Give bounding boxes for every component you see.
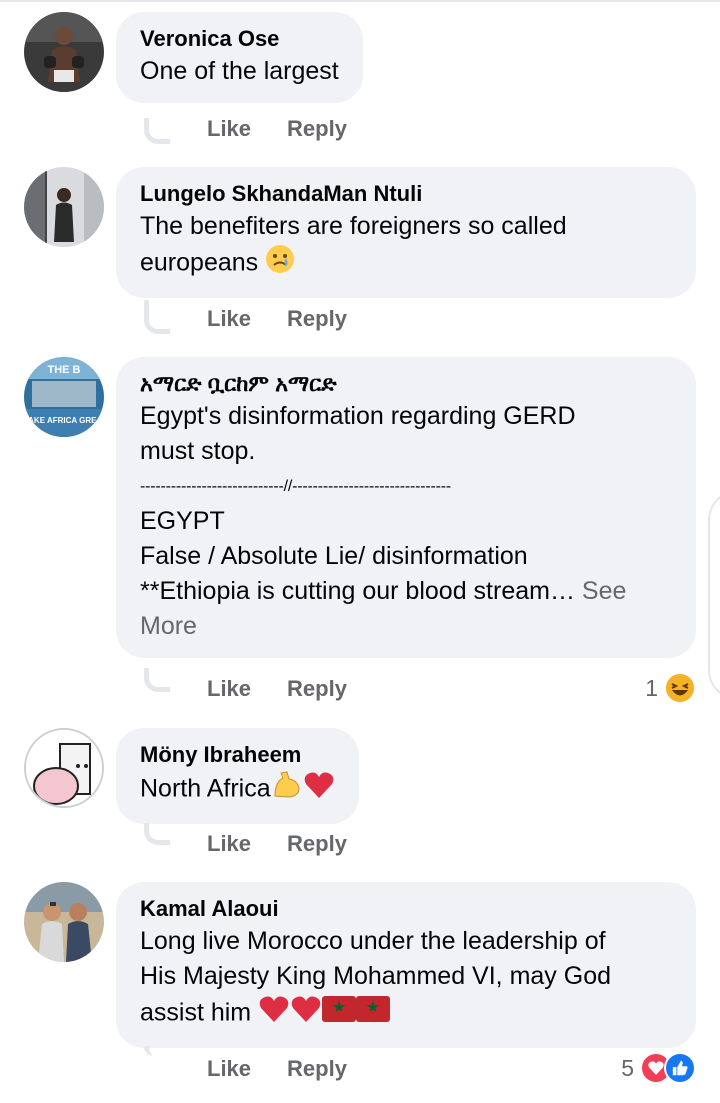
comment-text-fragment: europeans (140, 248, 259, 277)
comment-actions: Like Reply (207, 831, 347, 857)
sad-face-icon (265, 244, 295, 284)
see-more-link[interactable]: See (582, 577, 626, 605)
red-heart-icon (303, 770, 335, 810)
comment-text-fragment: North Africa (140, 774, 271, 803)
reply-button[interactable]: Reply (287, 831, 347, 857)
reaction-count: 5 (621, 1054, 634, 1081)
thread-connector (144, 300, 170, 334)
thread-connector (144, 118, 170, 144)
thread-connector (144, 823, 170, 845)
flexed-biceps-icon (271, 770, 303, 810)
comment-text-line: EGYPT (140, 507, 225, 535)
red-heart-icon (258, 994, 290, 1034)
comment-actions: Like Reply (207, 306, 347, 332)
avatar-mony-ibraheem[interactable] (24, 728, 104, 808)
avatar-lungelo-ntuli[interactable] (24, 167, 104, 247)
avatar-amharic-user[interactable]: THE B MAKE AFRICA GREAT (24, 357, 104, 437)
comment-bubble: Veronica Ose One of the largest (116, 12, 363, 103)
comment-text-fragment: assist him (140, 998, 252, 1027)
morocco-flag-icon (356, 996, 391, 1032)
haha-reaction-icon (664, 672, 696, 704)
comment-text-line: Long live Morocco under the leadership o… (140, 927, 606, 955)
comment-text-line: His Majesty King Mohammed VI, may God (140, 962, 611, 990)
top-divider (0, 0, 720, 2)
avatar-veronica-ose[interactable] (24, 12, 104, 92)
reaction-count: 1 (645, 674, 658, 701)
commenter-name[interactable]: Veronica Ose (140, 24, 339, 54)
reply-button[interactable]: Reply (287, 306, 347, 332)
comment-text-line: North Africa (140, 770, 335, 810)
like-button[interactable]: Like (207, 306, 251, 332)
avatar-text: THE B (48, 364, 81, 376)
commenter-name[interactable]: አማርድ ቧርከም አማርድ (140, 369, 672, 399)
commenter-name[interactable]: Möny Ibraheem (140, 740, 335, 770)
comment-actions: Like Reply (207, 1056, 347, 1082)
comment-text-line: Egypt's disinformation regarding GERD (140, 402, 576, 430)
comment-text-line: must stop. (140, 437, 256, 465)
comment-text-line: europeans (140, 244, 672, 284)
comment-bubble: Möny Ibraheem North Africa (116, 728, 359, 824)
thread-connector (144, 668, 170, 692)
reaction-summary[interactable]: 5 (621, 1052, 696, 1084)
commenter-name[interactable]: Lungelo SkhandaMan Ntuli (140, 179, 672, 209)
avatar-kamal-alaoui[interactable] (24, 882, 104, 962)
comment-text: One of the largest (140, 57, 339, 85)
comment-text-line: False / Absolute Lie/ disinformation (140, 542, 528, 570)
comment-bubble: አማርድ ቧርከም አማርድ Egypt's disinformation re… (116, 357, 696, 658)
see-more-link[interactable]: More (140, 609, 672, 644)
comment-bubble: Lungelo SkhandaMan Ntuli The benefiters … (116, 167, 696, 298)
like-reaction-icon (664, 1052, 696, 1084)
reaction-summary[interactable]: 1 (645, 672, 696, 704)
comment-bubble: Kamal Alaoui Long live Morocco under the… (116, 882, 696, 1048)
red-heart-icon (290, 994, 322, 1034)
comment-actions: Like Reply (207, 676, 347, 702)
morocco-flag-icon (322, 996, 357, 1032)
comment-text-line: assist him (140, 994, 672, 1034)
like-button[interactable]: Like (207, 116, 251, 142)
reply-button[interactable]: Reply (287, 1056, 347, 1082)
commenter-name[interactable]: Kamal Alaoui (140, 894, 672, 924)
scroll-handle[interactable] (708, 490, 720, 700)
like-button[interactable]: Like (207, 676, 251, 702)
comment-text-fragment: **Ethiopia is cutting our blood stream… (140, 577, 575, 605)
comment-text-line: The benefiters are foreigners so called (140, 212, 567, 240)
like-button[interactable]: Like (207, 1056, 251, 1082)
reply-button[interactable]: Reply (287, 676, 347, 702)
avatar-text: MAKE AFRICA GREAT (24, 416, 104, 425)
like-button[interactable]: Like (207, 831, 251, 857)
comment-actions: Like Reply (207, 116, 347, 142)
comment-text-line: **Ethiopia is cutting our blood stream… … (140, 574, 672, 609)
comment-divider-text: ----------------------------//----------… (140, 478, 452, 495)
thread-connector (144, 1046, 170, 1056)
reply-button[interactable]: Reply (287, 116, 347, 142)
